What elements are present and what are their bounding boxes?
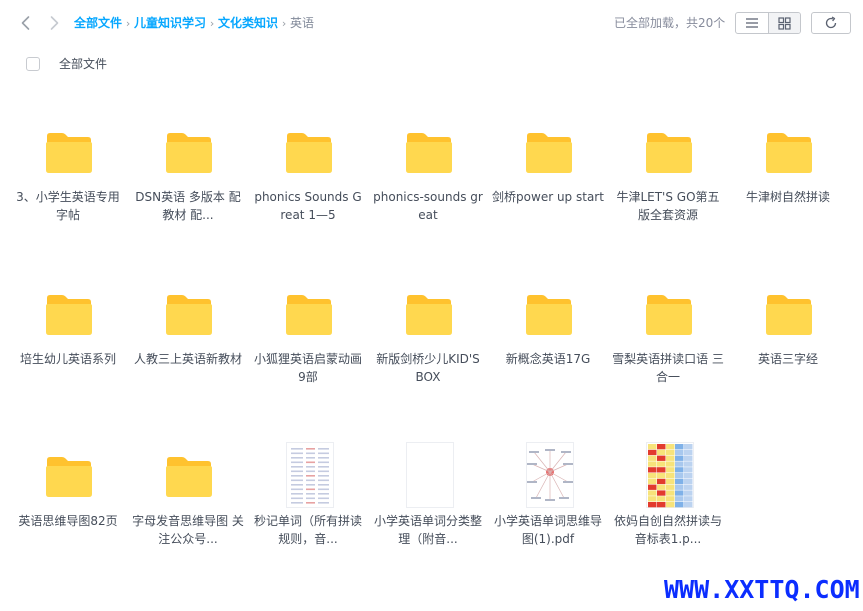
breadcrumb-current: 英语 xyxy=(290,16,315,30)
folder-icon xyxy=(44,130,94,174)
chevron-right-icon: › xyxy=(209,17,215,30)
chevron-right-icon: › xyxy=(281,17,287,30)
file-item[interactable]: 依妈自创自然拼读与音标表1.p... xyxy=(608,424,728,574)
folder-item[interactable]: phonics-sounds great xyxy=(368,100,488,250)
document-thumbnail-icon xyxy=(286,442,334,508)
breadcrumb-item-culture[interactable]: 文化类知识 xyxy=(218,16,278,30)
item-name: 3、小学生英语专用字帖 xyxy=(16,190,120,222)
folder-item[interactable]: 牛津树自然拼读 xyxy=(728,100,848,250)
view-mode-toggle xyxy=(735,12,801,34)
folder-item[interactable]: 剑桥power up start xyxy=(488,100,608,250)
refresh-icon xyxy=(825,16,837,29)
item-name: 依妈自创自然拼读与音标表1.p... xyxy=(613,514,722,546)
breadcrumb-item-kids-learning[interactable]: 儿童知识学习 xyxy=(134,16,206,30)
item-name: 小学英语单词分类整理（附音... xyxy=(373,514,482,546)
item-name: 雪梨英语拼读口语 三合一 xyxy=(612,352,724,384)
load-status-text: 已全部加载，共20个 xyxy=(614,16,726,30)
folder-icon xyxy=(644,292,694,336)
folder-item[interactable]: 牛津LET'S GO第五版全套资源 xyxy=(608,100,728,250)
grid-icon xyxy=(778,16,791,30)
select-all-checkbox[interactable] xyxy=(26,57,40,71)
folder-icon xyxy=(44,454,94,498)
item-name: DSN英语 多版本 配教材 配... xyxy=(135,190,241,222)
folder-item[interactable]: 人教三上英语新教材 xyxy=(128,262,248,412)
folder-item[interactable]: DSN英语 多版本 配教材 配... xyxy=(128,100,248,250)
folder-item[interactable]: phonics Sounds Great 1—5 xyxy=(248,100,368,250)
select-all-row: 全部文件 xyxy=(26,56,107,72)
folder-item[interactable]: 3、小学生英语专用字帖 xyxy=(8,100,128,250)
item-name: phonics Sounds Great 1—5 xyxy=(254,190,362,222)
folder-item[interactable]: 字母发音思维导图 关注公众号... xyxy=(128,424,248,574)
item-name: 小狐狸英语启蒙动画9部 xyxy=(253,352,362,384)
folder-icon xyxy=(764,292,814,336)
folder-icon xyxy=(164,130,214,174)
folder-icon xyxy=(284,130,334,174)
folder-icon xyxy=(764,130,814,174)
folder-icon xyxy=(524,130,574,174)
item-name: 牛津树自然拼读 xyxy=(745,190,830,204)
refresh-button[interactable] xyxy=(811,12,851,34)
list-icon xyxy=(745,18,758,28)
file-item[interactable]: 小学英语单词思维导图(1).pdf xyxy=(488,424,608,574)
folder-icon xyxy=(404,130,454,174)
folder-item[interactable]: 英语三字经 xyxy=(728,262,848,412)
item-name: 字母发音思维导图 关注公众号... xyxy=(132,514,244,546)
folder-item[interactable]: 培生幼儿英语系列 xyxy=(8,262,128,412)
folder-icon xyxy=(284,292,334,336)
item-name: 培生幼儿英语系列 xyxy=(19,352,116,366)
item-name: 英语三字经 xyxy=(757,352,818,366)
folder-item[interactable]: 英语思维导图82页 xyxy=(8,424,128,574)
folder-icon xyxy=(164,292,214,336)
watermark-text: WWW.XXTTQ.COM xyxy=(664,575,860,604)
file-item[interactable]: 秒记单词（所有拼读规则，音... xyxy=(248,424,368,574)
item-name: 人教三上英语新教材 xyxy=(133,352,242,366)
list-view-button[interactable] xyxy=(736,13,768,33)
folder-icon xyxy=(44,292,94,336)
folder-icon xyxy=(524,292,574,336)
item-name: 秒记单词（所有拼读规则，音... xyxy=(253,514,362,546)
back-arrow-icon[interactable] xyxy=(16,13,36,33)
top-toolbar: 全部文件 › 儿童知识学习 › 文化类知识 › 英语 已全部加载，共20个 xyxy=(0,0,863,46)
folder-item[interactable]: 雪梨英语拼读口语 三合一 xyxy=(608,262,728,412)
folder-icon xyxy=(404,292,454,336)
document-thumbnail-icon xyxy=(646,442,694,508)
document-thumbnail-icon xyxy=(526,442,574,508)
folder-item[interactable]: 新概念英语17G xyxy=(488,262,608,412)
breadcrumb: 全部文件 › 儿童知识学习 › 文化类知识 › 英语 xyxy=(74,14,314,33)
grid-view-button[interactable] xyxy=(767,13,800,33)
breadcrumb-item-all-files[interactable]: 全部文件 xyxy=(74,16,122,30)
item-name: 牛津LET'S GO第五版全套资源 xyxy=(616,190,720,222)
document-thumbnail-icon xyxy=(406,442,454,508)
item-name: 新概念英语17G xyxy=(505,352,591,366)
select-all-label: 全部文件 xyxy=(59,57,108,71)
folder-item[interactable]: 小狐狸英语启蒙动画9部 xyxy=(248,262,368,412)
item-name: phonics-sounds great xyxy=(373,190,483,222)
folder-item[interactable]: 新版剑桥少儿KID'S BOX xyxy=(368,262,488,412)
chevron-right-icon: › xyxy=(125,17,131,30)
folder-icon xyxy=(164,454,214,498)
forward-arrow-icon[interactable] xyxy=(44,13,64,33)
item-name: 新版剑桥少儿KID'S BOX xyxy=(376,352,480,384)
item-name: 小学英语单词思维导图(1).pdf xyxy=(493,514,602,546)
folder-icon xyxy=(644,130,694,174)
item-name: 英语思维导图82页 xyxy=(18,514,118,528)
file-item[interactable]: 小学英语单词分类整理（附音... xyxy=(368,424,488,574)
item-name: 剑桥power up start xyxy=(492,190,604,204)
